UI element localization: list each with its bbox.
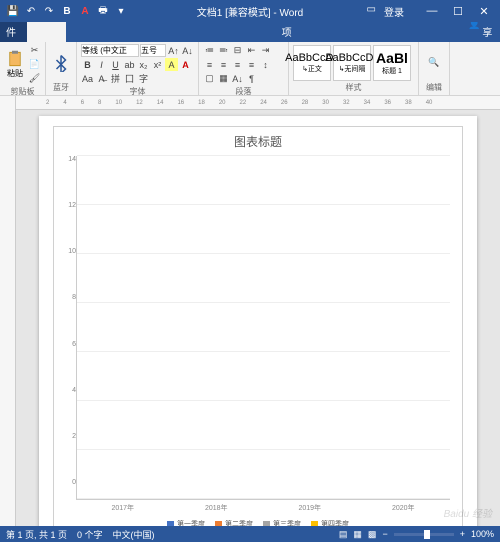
shading-icon[interactable]: ▢ (203, 72, 216, 85)
legend-第二季度[interactable]: 第二季度 (215, 519, 253, 526)
title-bar: 💾 ↶ ↷ B A 🖶 ▾ 文档1 [兼容模式] - Word ▭ 登录 — ☐… (0, 0, 500, 22)
paste-label: 粘贴 (7, 68, 23, 79)
xtick: 2020年 (392, 503, 415, 513)
view-read-icon[interactable]: ▤ (339, 529, 348, 540)
workspace: 246810121416182022242628303234363840 图表标… (0, 96, 500, 526)
font-name-input[interactable] (81, 44, 139, 57)
inc-indent-icon[interactable]: ⇥ (259, 44, 272, 57)
ribbon-group-clipboard: 粘贴 ✂ 📄 🖌 剪贴板 (0, 42, 46, 95)
ribbon-group-bluetooth: 蓝牙 (46, 42, 77, 95)
line-spacing-icon[interactable]: ↕ (259, 58, 272, 71)
horizontal-ruler[interactable]: 246810121416182022242628303234363840 (16, 96, 500, 110)
qat-more-icon[interactable]: ▾ (114, 4, 128, 18)
chart-bars-area (76, 156, 450, 500)
watermark: Baidu 经验 (444, 505, 492, 520)
ribbon-group-editing: 🔍 编辑 (419, 42, 450, 95)
zoom-value[interactable]: 100% (471, 529, 494, 539)
account-link[interactable]: 登录 (384, 4, 404, 19)
chart-y-axis: 14121086420 (58, 156, 76, 500)
sort-icon[interactable]: A↓ (231, 72, 244, 85)
undo-icon[interactable]: ↶ (24, 4, 38, 18)
text-effects-icon[interactable]: Aa (81, 72, 94, 85)
view-print-icon[interactable]: ▦ (353, 529, 362, 540)
editing-group-label: 编辑 (423, 81, 445, 93)
ribbon-group-paragraph: ≔ ≕ ⊟ ⇤ ⇥ ≡ ≡ ≡ ≡ ↕ ▢ ▦ A↓ ¶ 段落 (199, 42, 289, 95)
legend-第一季度[interactable]: 第一季度 (167, 519, 205, 526)
legend-第四季度[interactable]: 第四季度 (311, 519, 349, 526)
numbering-icon[interactable]: ≕ (217, 44, 230, 57)
font-color-icon[interactable]: A (179, 58, 192, 71)
status-bar: 第 1 页, 共 1 页 0 个字 中文(中国) ▤ ▦ ▩ − + 100% (0, 526, 500, 542)
bold-icon[interactable]: B (81, 58, 94, 71)
bluetooth-icon[interactable] (50, 48, 72, 78)
grow-font-icon[interactable]: A↑ (167, 44, 180, 57)
styles-group-label: 样式 (293, 81, 414, 93)
align-right-icon[interactable]: ≡ (231, 58, 244, 71)
show-marks-icon[interactable]: ¶ (245, 72, 258, 85)
quick-access-toolbar: 💾 ↶ ↷ B A 🖶 ▾ (0, 4, 134, 18)
chart-x-axis: 2017年 2018年 2019年 2020年 (54, 500, 462, 513)
style-标题 1[interactable]: AaBl标题 1 (373, 45, 411, 81)
zoom-in-icon[interactable]: + (460, 529, 465, 539)
multilevel-icon[interactable]: ⊟ (231, 44, 244, 57)
justify-icon[interactable]: ≡ (245, 58, 258, 71)
highlight-icon[interactable]: A (165, 58, 178, 71)
minimize-button[interactable]: — (422, 5, 442, 18)
xtick: 2019年 (298, 503, 321, 513)
chart-plot-area: 14121086420 (54, 152, 462, 500)
redo-icon[interactable]: ↷ (42, 4, 56, 18)
phonetic-icon[interactable]: 拼 (109, 72, 122, 85)
bullets-icon[interactable]: ≔ (203, 44, 216, 57)
chart-bars (77, 156, 450, 499)
italic-icon[interactable]: I (95, 58, 108, 71)
borders-icon[interactable]: ▦ (217, 72, 230, 85)
status-words[interactable]: 0 个字 (77, 528, 103, 541)
ribbon-group-styles: AaBbCcDc↳正文AaBbCcDc↳无间隔AaBl标题 1 样式 (289, 42, 419, 95)
format-painter-icon[interactable]: 🖌 (28, 72, 41, 85)
view-web-icon[interactable]: ▩ (368, 529, 377, 540)
cut-icon[interactable]: ✂ (28, 44, 41, 57)
sub-icon[interactable]: x₂ (137, 58, 150, 71)
shrink-font-icon[interactable]: A↓ (181, 44, 194, 57)
ribbon-group-font: A↑ A↓ B I U ab x₂ x² A A Aa A̶ 拼 囗 字 字体 (77, 42, 199, 95)
clear-format-icon[interactable]: A̶ (95, 72, 108, 85)
underline-icon[interactable]: U (109, 58, 122, 71)
ribbon-options-icon[interactable]: ▭ (367, 4, 376, 19)
style-↳无间隔[interactable]: AaBbCcDc↳无间隔 (333, 45, 371, 81)
status-lang[interactable]: 中文(中国) (113, 528, 155, 541)
status-page[interactable]: 第 1 页, 共 1 页 (6, 528, 67, 541)
chart-object[interactable]: 图表标题 14121086420 2017年 2018年 2019年 2020年 第一… (53, 126, 463, 526)
ribbon-tabs: 文件 Home插入设计布局引用邮件审阅视图开发工具加载项PDF工具集特色功能福昕… (0, 22, 500, 42)
maximize-button[interactable]: ☐ (448, 5, 468, 18)
vertical-ruler[interactable] (0, 96, 16, 526)
zoom-slider[interactable] (394, 533, 454, 536)
dec-indent-icon[interactable]: ⇤ (245, 44, 258, 57)
ribbon: 粘贴 ✂ 📄 🖌 剪贴板 蓝牙 A↑ A↓ B I U ab (0, 42, 500, 96)
font-size-input[interactable] (140, 44, 166, 57)
char-border-icon[interactable]: 囗 (123, 72, 136, 85)
align-left-icon[interactable]: ≡ (203, 58, 216, 71)
sup-icon[interactable]: x² (151, 58, 164, 71)
paste-button[interactable]: 粘贴 (4, 50, 26, 80)
chart-title[interactable]: 图表标题 (54, 127, 462, 152)
chart-legend[interactable]: 第一季度 第二季度 第三季度 第四季度 (54, 513, 462, 526)
strike-icon[interactable]: ab (123, 58, 136, 71)
document-title: 文档1 [兼容模式] - Word (197, 4, 304, 19)
save-icon[interactable]: 💾 (6, 4, 20, 18)
enclose-icon[interactable]: 字 (137, 72, 150, 85)
print-icon[interactable]: 🖶 (96, 4, 110, 18)
zoom-out-icon[interactable]: − (382, 529, 387, 539)
find-icon[interactable]: 🔍 (423, 48, 445, 78)
bluetooth-group-label: 蓝牙 (50, 81, 72, 93)
page-scroll[interactable]: 图表标题 14121086420 2017年 2018年 2019年 2020年 第一… (16, 110, 500, 526)
xtick: 2017年 (111, 503, 134, 513)
close-button[interactable]: ✕ (474, 5, 494, 18)
align-center-icon[interactable]: ≡ (217, 58, 230, 71)
font-color-qat-icon[interactable]: A (78, 4, 92, 18)
legend-第三季度[interactable]: 第三季度 (263, 519, 301, 526)
xtick: 2018年 (205, 503, 228, 513)
copy-icon[interactable]: 📄 (28, 58, 41, 71)
page[interactable]: 图表标题 14121086420 2017年 2018年 2019年 2020年 第一… (39, 116, 477, 526)
bold-qat-icon[interactable]: B (60, 4, 74, 18)
